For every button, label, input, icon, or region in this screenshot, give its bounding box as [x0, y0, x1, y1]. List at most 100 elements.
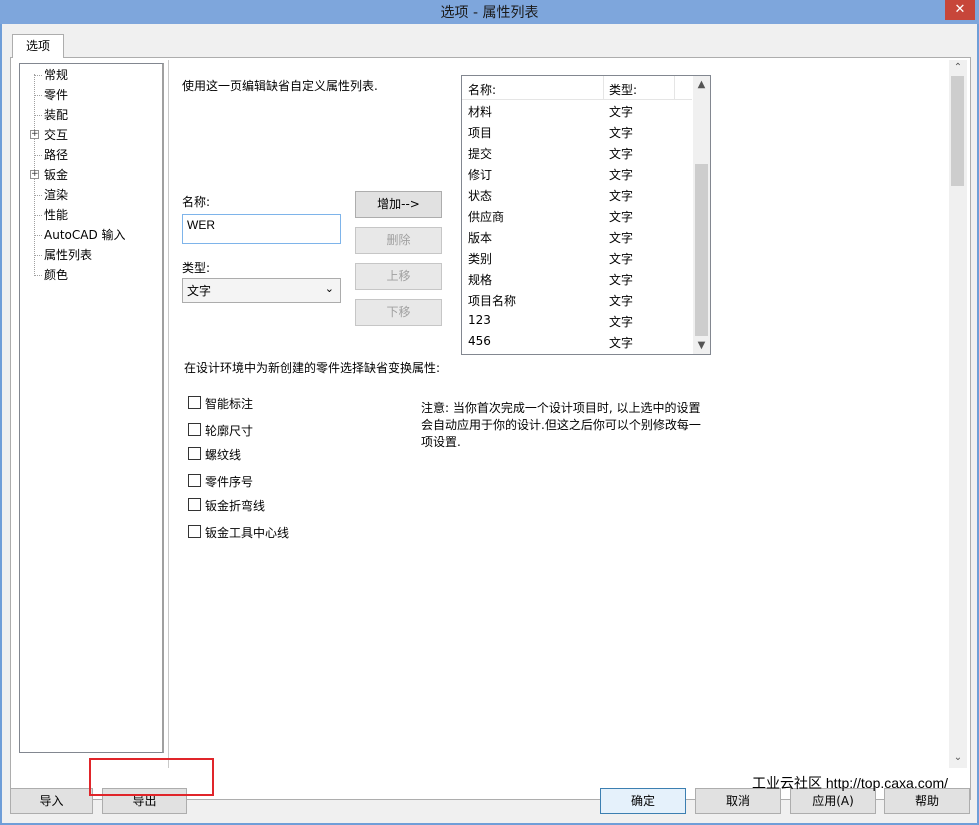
checkbox-label: 钣金工具中心线 — [205, 526, 290, 540]
list-item-name: 状态 — [468, 189, 493, 203]
listbox-scrollbar[interactable]: ▲ ▼ — [693, 76, 710, 354]
name-label: 名称: — [182, 195, 211, 209]
expand-icon[interactable]: + — [30, 170, 39, 179]
column-header-type[interactable]: 类型: — [609, 81, 637, 98]
list-item[interactable]: 456 文字 — [462, 331, 692, 352]
checkbox[interactable] — [188, 498, 201, 511]
list-item-type: 文字 — [609, 126, 634, 140]
list-item[interactable]: 提交 文字 — [462, 142, 692, 163]
property-listbox[interactable]: 名称: 类型: 材料 文字 项目 文字 提交 文字 修订 文字 状态 文字 供应商 文字 版… — [461, 75, 711, 355]
tree-item-label: 属性列表 — [44, 248, 93, 262]
list-item-name: 供应商 — [468, 210, 505, 224]
tree-item-label: 交互 — [44, 128, 69, 142]
tree-item-label: 零件 — [44, 88, 69, 102]
list-item[interactable]: 项目 文字 — [462, 121, 692, 142]
list-item-name: 项目 — [468, 126, 493, 140]
scrollbar-thumb[interactable] — [951, 76, 964, 186]
expand-icon[interactable]: + — [30, 130, 39, 139]
list-item-name: 修订 — [468, 168, 493, 182]
list-item-type: 文字 — [609, 273, 634, 287]
move-down-button[interactable]: 下移 — [355, 299, 442, 326]
list-item-name: 123 — [468, 313, 491, 327]
tree-item-label: AutoCAD 输入 — [44, 228, 126, 242]
list-item-type: 文字 — [609, 147, 634, 161]
close-icon: ✕ — [954, 2, 966, 17]
type-select[interactable]: 文字 ⌄ — [182, 278, 341, 303]
tree-item-autocad-input[interactable]: AutoCAD 输入 — [20, 225, 160, 245]
page-description: 使用这一页编辑缺省自定义属性列表. — [182, 79, 378, 93]
tab-panel: 常规 零件 装配 + 交互 路径 + 钣金 渲染 性能 AutoCAD 输入 属… — [10, 57, 971, 800]
list-item[interactable]: 版本 文字 — [462, 226, 692, 247]
tree-item-sheet-metal[interactable]: + 钣金 — [20, 165, 160, 185]
tree-item-render[interactable]: 渲染 — [20, 185, 160, 205]
list-item[interactable]: 类别 文字 — [462, 247, 692, 268]
checkbox-label: 螺纹线 — [205, 448, 242, 462]
checkbox[interactable] — [188, 396, 201, 409]
checkbox-label: 智能标注 — [205, 397, 254, 411]
chevron-up-icon[interactable]: ⌃ — [949, 60, 967, 76]
list-item-name: 类别 — [468, 252, 493, 266]
tab-options[interactable]: 选项 — [12, 34, 64, 58]
list-item[interactable]: 123 文字 — [462, 310, 692, 331]
name-input[interactable]: WER — [182, 214, 341, 244]
column-header-name[interactable]: 名称: — [468, 81, 496, 98]
page-scrollbar[interactable]: ⌃ ⌄ — [949, 60, 967, 768]
chevron-down-icon[interactable]: ⌄ — [949, 750, 967, 766]
tree-item-path[interactable]: 路径 — [20, 145, 160, 165]
close-button[interactable]: ✕ — [945, 0, 975, 20]
tree-item-label: 性能 — [44, 208, 69, 222]
tree-item-property-list[interactable]: 属性列表 — [20, 245, 160, 265]
checkbox[interactable] — [188, 447, 201, 460]
tree-item-label: 渲染 — [44, 188, 69, 202]
note-text: 注意: 当你首次完成一个设计项目时, 以上选中的设置会自动应用于你的设计.但这之… — [421, 401, 701, 449]
list-item[interactable]: 供应商 文字 — [462, 205, 692, 226]
tree-item-interaction[interactable]: + 交互 — [20, 125, 160, 145]
list-item-type: 文字 — [609, 189, 634, 203]
window-title: 选项 - 属性列表 — [440, 5, 539, 21]
chevron-up-icon[interactable]: ▲ — [693, 76, 710, 93]
tree-item-label: 钣金 — [44, 168, 69, 182]
options-dialog: 选项 常规 零件 装配 + 交互 路径 + 钣金 渲染 性能 AutoCAD 输… — [2, 24, 977, 823]
list-item[interactable]: 项目名称 文字 — [462, 289, 692, 310]
list-item-type: 文字 — [609, 336, 634, 350]
list-item[interactable]: 规格 文字 — [462, 268, 692, 289]
tree-item-part[interactable]: 零件 — [20, 85, 160, 105]
options-tree[interactable]: 常规 零件 装配 + 交互 路径 + 钣金 渲染 性能 AutoCAD 输入 属… — [19, 63, 164, 753]
import-button[interactable]: 导入 — [10, 788, 93, 814]
list-item-name: 项目名称 — [468, 294, 517, 308]
tree-item-performance[interactable]: 性能 — [20, 205, 160, 225]
list-item-name: 规格 — [468, 273, 493, 287]
watermark-text: 工业云社区 http://top.caxa.com/ — [752, 775, 949, 791]
scrollbar-thumb[interactable] — [695, 164, 708, 336]
list-item[interactable]: 材料 文字 — [462, 100, 692, 121]
list-item[interactable]: 修订 文字 — [462, 163, 692, 184]
checkbox[interactable] — [188, 525, 201, 538]
tree-item-label: 颜色 — [44, 268, 69, 282]
checkbox-label: 钣金折弯线 — [205, 499, 266, 513]
listbox-header: 名称: 类型: — [462, 76, 692, 100]
property-list-page: 使用这一页编辑缺省自定义属性列表. 名称: WER 类型: 文字 ⌄ 增加-->… — [168, 60, 948, 768]
move-up-button[interactable]: 上移 — [355, 263, 442, 290]
tree-item-general[interactable]: 常规 — [20, 65, 160, 85]
tree-item-assembly[interactable]: 装配 — [20, 105, 160, 125]
list-item[interactable]: 状态 文字 — [462, 184, 692, 205]
list-item-name: 456 — [468, 334, 491, 348]
tree-item-color[interactable]: 颜色 — [20, 265, 160, 285]
add-button[interactable]: 增加--> — [355, 191, 442, 218]
chevron-down-icon[interactable]: ▼ — [693, 337, 710, 354]
list-item-type: 文字 — [609, 168, 634, 182]
list-item-type: 文字 — [609, 294, 634, 308]
checkbox[interactable] — [188, 423, 201, 436]
list-item-type: 文字 — [609, 315, 634, 329]
list-item-type: 文字 — [609, 252, 634, 266]
list-item-name: 材料 — [468, 105, 493, 119]
type-label: 类型: — [182, 261, 211, 275]
list-item-type: 文字 — [609, 231, 634, 245]
list-item-name: 提交 — [468, 147, 493, 161]
list-item-name: 版本 — [468, 231, 493, 245]
chevron-down-icon: ⌄ — [324, 282, 334, 295]
delete-button[interactable]: 删除 — [355, 227, 442, 254]
checkbox[interactable] — [188, 474, 201, 487]
defaults-heading: 在设计环境中为新创建的零件选择缺省变换属性: — [184, 361, 441, 375]
ok-button[interactable]: 确定 — [600, 788, 686, 814]
